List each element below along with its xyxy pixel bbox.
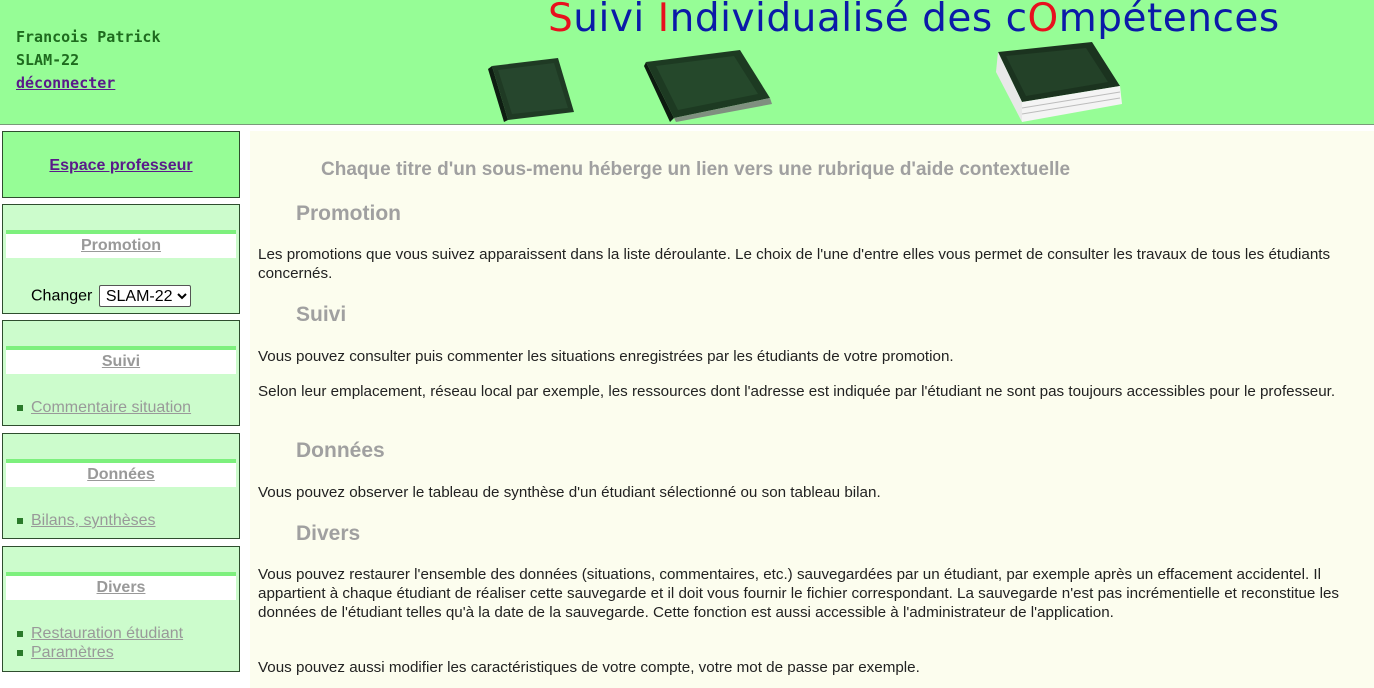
menu-item-commentaire-situation[interactable]: Commentaire situation bbox=[17, 399, 191, 417]
menu-item-bilans-syntheses[interactable]: Bilans, synthèses bbox=[17, 512, 156, 530]
intro-heading: Chaque titre d'un sous-menu héberge un l… bbox=[321, 159, 1071, 180]
changer-row: Changer SLAM-22 bbox=[31, 285, 191, 307]
promotion-box: Promotion Changer SLAM-22 bbox=[2, 204, 240, 314]
bullet-icon bbox=[17, 518, 23, 524]
promotion-title-link[interactable]: Promotion bbox=[6, 230, 236, 258]
paragraph: Vous pouvez restaurer l'ensemble des don… bbox=[258, 566, 1340, 621]
menu-item-label: Bilans, synthèses bbox=[31, 512, 156, 529]
user-info: Francois Patrick SLAM-22 déconnecter bbox=[16, 26, 161, 95]
site-title-part: S bbox=[548, 0, 574, 41]
divers-title-link[interactable]: Divers bbox=[6, 572, 236, 600]
closed-book-icon bbox=[488, 58, 574, 122]
paragraph: Les promotions que vous suivez apparaiss… bbox=[258, 246, 1331, 282]
changer-label: Changer bbox=[31, 287, 93, 305]
page-header: Francois Patrick SLAM-22 déconnecter Sui… bbox=[0, 0, 1374, 125]
bullet-icon bbox=[17, 631, 23, 637]
menu-item-label: Restauration étudiant bbox=[31, 625, 184, 642]
bullet-icon bbox=[17, 650, 23, 656]
espace-professeur-link[interactable]: Espace professeur bbox=[3, 157, 239, 175]
menu-item-restauration-etudiant[interactable]: Restauration étudiant bbox=[17, 625, 183, 643]
menu-item-label: Commentaire situation bbox=[31, 399, 192, 416]
donnees-box: Données Bilans, synthèses bbox=[2, 433, 240, 539]
paragraph: Vous pouvez observer le tableau de synth… bbox=[258, 484, 881, 501]
divers-box: Divers Restauration étudiant Paramètres bbox=[2, 546, 240, 672]
site-title: Suivi Individualisé des cOmpétences bbox=[548, 0, 1280, 41]
logout-link[interactable]: déconnecter bbox=[16, 74, 115, 92]
section-title-suivi: Suivi bbox=[296, 303, 347, 326]
menu-item-label: Paramètres bbox=[31, 644, 114, 661]
open-book-icon bbox=[996, 42, 1122, 122]
site-title-part: I bbox=[657, 0, 670, 41]
user-name: Francois Patrick bbox=[16, 28, 161, 46]
suivi-title-link[interactable]: Suivi bbox=[6, 346, 236, 374]
site-title-part: uivi bbox=[573, 0, 658, 41]
espace-professeur-box: Espace professeur bbox=[2, 131, 240, 198]
site-title-part: mpétences bbox=[1058, 0, 1280, 41]
suivi-box: Suivi Commentaire situation bbox=[2, 320, 240, 426]
promotion-select[interactable]: SLAM-22 bbox=[98, 285, 191, 307]
paragraph: Selon leur emplacement, réseau local par… bbox=[258, 383, 1336, 400]
closed-book-icon bbox=[644, 50, 772, 122]
menu-item-parametres[interactable]: Paramètres bbox=[17, 644, 114, 662]
site-title-part: ndividualisé des c bbox=[669, 0, 1028, 41]
donnees-title-link[interactable]: Données bbox=[6, 459, 236, 487]
user-promotion: SLAM-22 bbox=[16, 51, 80, 69]
bullet-icon bbox=[17, 405, 23, 411]
section-title-divers: Divers bbox=[296, 522, 361, 545]
section-title-promotion: Promotion bbox=[296, 202, 401, 225]
site-title-part: O bbox=[1027, 0, 1059, 41]
main-content: Chaque titre d'un sous-menu héberge un l… bbox=[250, 131, 1374, 688]
paragraph: Vous pouvez aussi modifier les caractéri… bbox=[258, 659, 920, 676]
section-title-donnees: Données bbox=[296, 439, 385, 462]
paragraph: Vous pouvez consulter puis commenter les… bbox=[258, 348, 954, 365]
